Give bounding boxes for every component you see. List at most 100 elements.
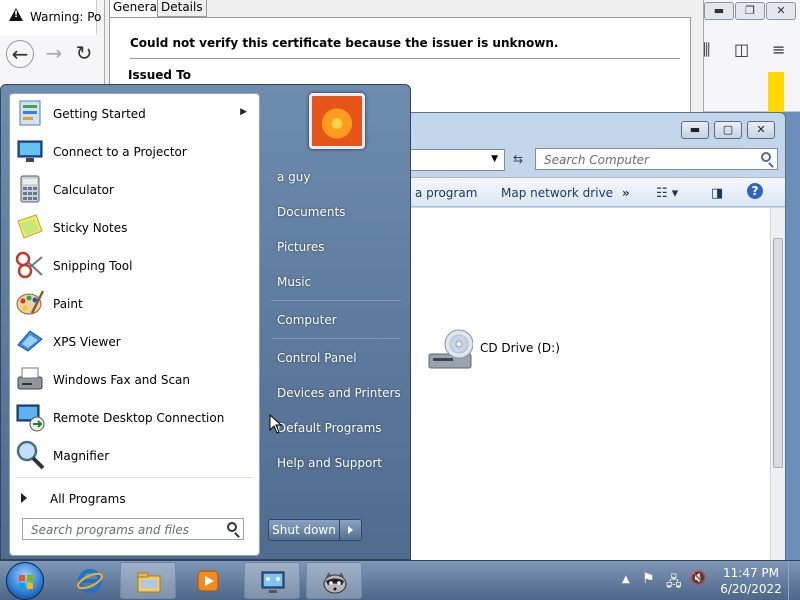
clock-time: 11:47 PM — [723, 566, 779, 580]
program-xps-viewer[interactable]: XPS Viewer — [12, 324, 257, 360]
taskbar-clock[interactable]: 11:47 PM 6/20/2022 — [718, 565, 784, 597]
program-remote-desktop[interactable]: Remote Desktop Connection — [12, 400, 257, 436]
browser-minimize-button[interactable]: ▬ — [704, 2, 734, 20]
submenu-arrow-icon[interactable]: ▶ — [240, 107, 247, 117]
view-options-icon[interactable]: ☷ ▾ — [656, 186, 678, 201]
program-label: Remote Desktop Connection — [53, 411, 225, 425]
program-label: Getting Started — [53, 107, 146, 121]
explorer-scrollbar[interactable] — [770, 208, 785, 560]
program-sticky-notes[interactable]: Sticky Notes — [12, 210, 257, 246]
clock-date: 6/20/2022 — [720, 582, 782, 596]
taskbar-internet-explorer[interactable] — [62, 562, 118, 599]
computer-link[interactable]: Computer — [277, 313, 337, 327]
preview-pane-icon[interactable]: ◨ — [711, 186, 723, 201]
explorer-content: CD Drive (D:) — [401, 208, 771, 560]
program-magnifier[interactable]: Magnifier — [12, 438, 257, 474]
library-icon[interactable]: ⫼ — [703, 40, 710, 60]
raccoon-app-icon — [323, 572, 347, 594]
search-icon[interactable] — [761, 152, 771, 162]
tab-general[interactable]: General — [109, 0, 165, 17]
help-support-link[interactable]: Help and Support — [277, 456, 382, 470]
program-fax-scan[interactable]: Windows Fax and Scan — [12, 362, 257, 398]
chevron-down-icon[interactable]: ▼ — [491, 154, 498, 164]
pictures-link[interactable]: Pictures — [277, 240, 325, 254]
taskbar: ▲ ⚑ 🖧 🔇 11:47 PM 6/20/2022 — [0, 560, 800, 600]
taskbar-file-explorer[interactable] — [120, 562, 176, 599]
browser-tab[interactable]: Warning: Po — [0, 0, 101, 35]
devices-printers-link[interactable]: Devices and Printers — [277, 386, 401, 400]
refresh-icon[interactable]: ⇆ — [507, 149, 529, 171]
tab-details[interactable]: Details — [157, 0, 207, 17]
control-panel-link[interactable]: Control Panel — [277, 351, 357, 365]
explorer-maximize-button[interactable]: ▢ — [714, 121, 742, 139]
search-icon[interactable] — [227, 522, 237, 532]
notification-strip — [768, 72, 784, 112]
show-hidden-icons-button[interactable]: ▲ — [622, 574, 630, 585]
menu-icon[interactable]: ≡ — [772, 40, 785, 59]
program-label: Magnifier — [53, 449, 110, 463]
all-programs-button[interactable]: All Programs — [18, 487, 253, 511]
reload-button[interactable]: ↻ — [74, 40, 94, 68]
action-center-flag-icon[interactable]: ⚑ — [642, 571, 655, 587]
network-status-icon[interactable]: 🖧 — [666, 571, 682, 595]
user-picture[interactable] — [309, 93, 365, 149]
explorer-toolbar: a program Map network drive » ☷ ▾ ◨ ? — [401, 177, 785, 207]
toolbar-overflow-button[interactable]: » — [622, 186, 630, 200]
explorer-search-placeholder: Search Computer — [544, 153, 649, 167]
map-network-drive-button[interactable]: Map network drive — [501, 186, 613, 200]
help-icon[interactable]: ? — [747, 183, 763, 199]
forward-button[interactable]: → — [40, 40, 68, 68]
program-label: Snipping Tool — [53, 259, 133, 273]
sidebar-icon[interactable]: ◫ — [734, 40, 749, 59]
shutdown-button[interactable]: Shut down — [268, 519, 340, 541]
documents-link[interactable]: Documents — [277, 205, 345, 219]
magnifier-icon — [16, 440, 45, 470]
program-getting-started[interactable]: Getting Started ▶ — [12, 96, 257, 132]
back-button[interactable]: ← — [6, 40, 34, 68]
start-search-placeholder: Search programs and files — [31, 523, 189, 537]
uninstall-program-button[interactable]: a program — [415, 186, 477, 200]
issued-to-heading: Issued To — [128, 68, 192, 82]
default-programs-link[interactable]: Default Programs — [277, 421, 382, 435]
start-menu: Getting Started ▶ Connect to a Projector… — [0, 84, 411, 560]
explorer-close-button[interactable]: ✕ — [747, 121, 775, 139]
divider — [271, 300, 401, 301]
paint-palette-icon — [16, 290, 45, 315]
program-label: Sticky Notes — [53, 221, 128, 235]
program-snipping-tool[interactable]: Snipping Tool — [12, 248, 257, 284]
taskbar-raccoon-app[interactable] — [306, 562, 362, 599]
network-app-icon — [261, 571, 285, 593]
start-button[interactable] — [6, 562, 44, 600]
getting-started-icon — [19, 100, 41, 126]
cd-drive-icon[interactable] — [427, 328, 473, 370]
browser-close-button[interactable]: ✕ — [766, 2, 796, 20]
divider — [130, 58, 680, 59]
program-label: Paint — [53, 297, 83, 311]
xps-viewer-icon — [17, 330, 43, 352]
cd-drive-label[interactable]: CD Drive (D:) — [480, 341, 560, 355]
scrollbar-thumb[interactable] — [773, 238, 783, 468]
program-connect-projector[interactable]: Connect to a Projector — [12, 134, 257, 170]
address-bar[interactable]: ▼ — [409, 149, 505, 171]
music-link[interactable]: Music — [277, 275, 311, 289]
explorer-window: ▬ ▢ ✕ ▼ ⇆ Search Computer a program Map … — [400, 112, 786, 560]
show-desktop-button[interactable] — [788, 561, 800, 600]
program-paint[interactable]: Paint — [12, 286, 257, 322]
browser-restore-button[interactable]: ❐ — [735, 2, 765, 20]
user-name-link[interactable]: a guy — [277, 170, 311, 184]
explorer-search-input[interactable]: Search Computer — [535, 148, 778, 170]
remote-desktop-icon — [16, 404, 45, 432]
volume-muted-icon[interactable]: 🔇 — [690, 571, 706, 586]
explorer-minimize-button[interactable]: ▬ — [681, 121, 709, 139]
media-player-icon — [197, 570, 219, 592]
taskbar-media-player[interactable] — [180, 562, 236, 599]
calculator-icon — [20, 175, 40, 203]
arrow-right-icon — [21, 493, 27, 503]
start-search-input[interactable]: Search programs and files — [22, 518, 244, 540]
shutdown-options-button[interactable] — [340, 519, 362, 541]
mouse-cursor-icon — [269, 414, 283, 434]
divider — [271, 338, 401, 339]
program-calculator[interactable]: Calculator — [12, 172, 257, 208]
scissors-icon — [15, 251, 43, 279]
taskbar-network-app[interactable] — [244, 562, 300, 599]
